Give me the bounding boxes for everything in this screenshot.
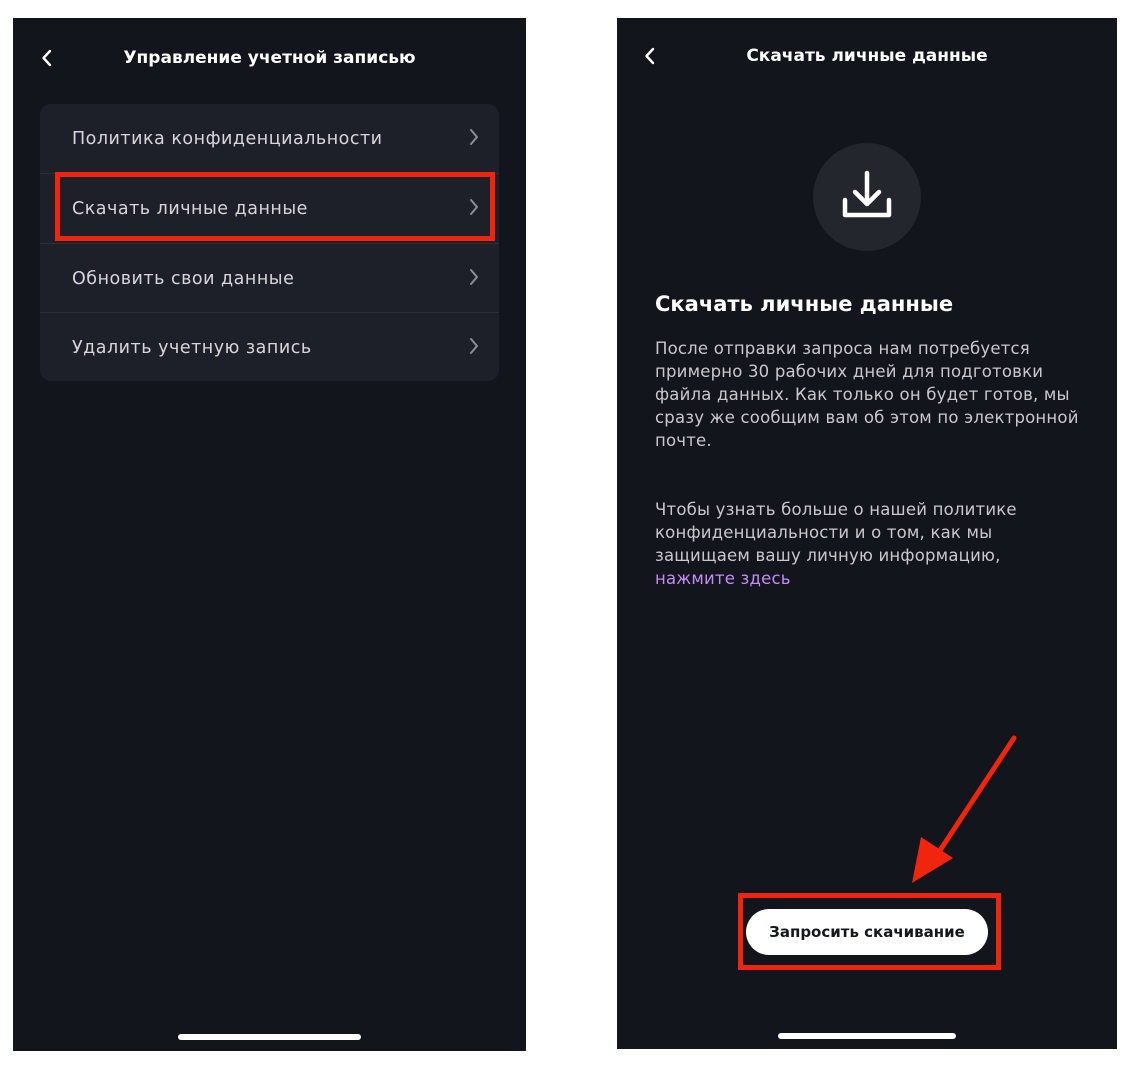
download-illustration	[813, 143, 921, 251]
description-text: После отправки запроса нам потребуется п…	[655, 339, 1079, 450]
download-icon	[839, 167, 895, 227]
account-management-screen: Управление учетной записью Политика конф…	[13, 18, 526, 1051]
page-title: Управление учетной записью	[123, 48, 416, 68]
back-button[interactable]	[633, 39, 667, 73]
menu-item-download-data[interactable]: Скачать личные данные	[40, 174, 499, 243]
download-data-screen: Скачать личные данные Скачать личные дан…	[617, 18, 1117, 1049]
chevron-right-icon	[469, 337, 479, 359]
privacy-link[interactable]: нажмите здесь	[655, 569, 791, 588]
chevron-right-icon	[469, 198, 479, 220]
menu-item-label: Обновить свои данные	[72, 268, 295, 289]
back-button[interactable]	[30, 41, 64, 75]
home-indicator	[178, 1034, 361, 1040]
menu-item-update-data[interactable]: Обновить свои данные	[40, 244, 499, 313]
account-menu: Политика конфиденциальности Скачать личн…	[40, 104, 499, 381]
privacy-info-text: Чтобы узнать больше о нашей политике кон…	[655, 498, 1085, 590]
request-download-button[interactable]: Запросить скачивание	[746, 909, 988, 955]
chevron-right-icon	[469, 268, 479, 290]
menu-item-delete-account[interactable]: Удалить учетную запись	[40, 313, 499, 382]
chevron-left-icon	[41, 49, 53, 67]
menu-item-label: Скачать личные данные	[72, 198, 308, 219]
chevron-left-icon	[644, 47, 656, 65]
home-indicator	[778, 1033, 956, 1039]
page-title: Скачать личные данные	[746, 46, 988, 66]
privacy-info-body: Чтобы узнать больше о нашей политике кон…	[655, 500, 1017, 565]
menu-item-label: Политика конфиденциальности	[72, 128, 383, 149]
menu-item-privacy-policy[interactable]: Политика конфиденциальности	[40, 104, 499, 173]
section-heading: Скачать личные данные	[655, 292, 954, 316]
chevron-right-icon	[469, 128, 479, 150]
menu-item-label: Удалить учетную запись	[72, 337, 312, 358]
